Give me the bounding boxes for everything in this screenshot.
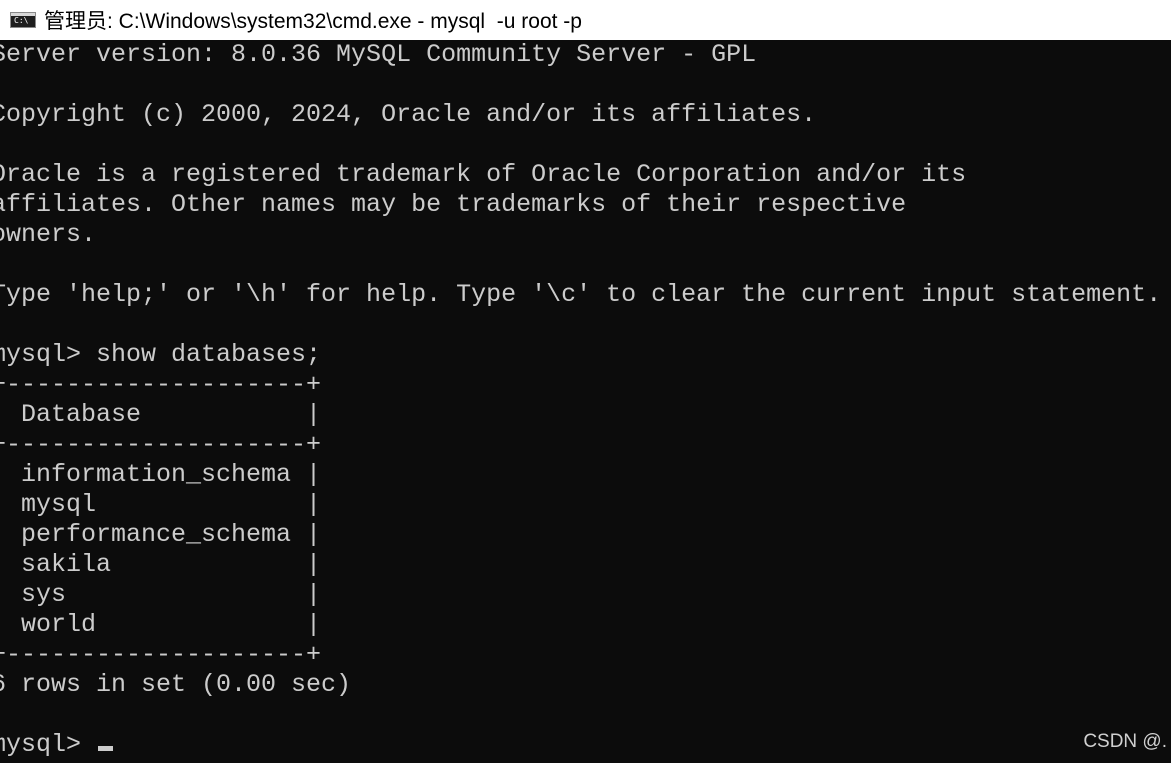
mysql-prompt: mysql> (0, 730, 97, 759)
console-line: +--------------------+ (0, 430, 322, 459)
console-output[interactable]: Server version: 8.0.36 MySQL Community S… (0, 40, 1171, 763)
console-line: | sakila | (0, 550, 322, 579)
console-line: affiliates. Other names may be trademark… (0, 190, 907, 219)
console-line: Copyright (c) 2000, 2024, Oracle and/or … (0, 100, 817, 129)
console-line: +--------------------+ (0, 640, 322, 669)
text-cursor (98, 746, 114, 751)
console-line: Oracle is a registered trademark of Orac… (0, 160, 967, 189)
console-line: | information_schema | (0, 460, 322, 489)
watermark: CSDN @. (1083, 731, 1167, 752)
prompt-line[interactable]: mysql> (0, 730, 114, 760)
console-line: | sys | (0, 580, 322, 609)
console-line: | world | (0, 610, 322, 639)
window-title: 管理员: C:\Windows\system32\cmd.exe - mysql… (44, 10, 582, 33)
console-line: | mysql | (0, 490, 322, 519)
console-line: owners. (0, 220, 97, 249)
console-line: 6 rows in set (0.00 sec) (0, 670, 352, 699)
console-line: +--------------------+ (0, 370, 322, 399)
console-line: | Database | (0, 400, 322, 429)
console-line: Server version: 8.0.36 MySQL Community S… (0, 40, 757, 69)
cmd-icon: C:\ (10, 12, 36, 28)
window-titlebar[interactable]: C:\ 管理员: C:\Windows\system32\cmd.exe - m… (0, 0, 1171, 40)
console-line: | performance_schema | (0, 520, 322, 549)
console-line: mysql> show databases; (0, 340, 322, 369)
console-line: Type 'help;' or '\h' for help. Type '\c'… (0, 280, 1162, 309)
